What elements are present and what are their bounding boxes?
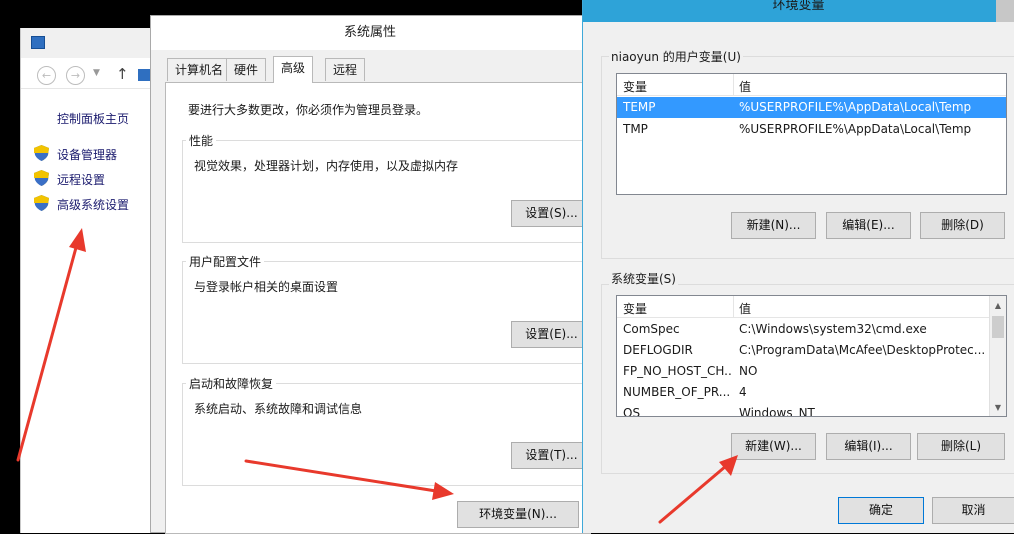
table-row[interactable]: DEFLOGDIR C:\ProgramData\McAfee\DesktopP… — [617, 340, 1006, 361]
forward-arrow-icon[interactable]: → — [66, 66, 85, 85]
tab-hardware[interactable]: 硬件 — [226, 58, 267, 81]
startup-recovery-description: 系统启动、系统故障和调试信息 — [194, 402, 363, 416]
variable-value: C:\ProgramData\McAfee\DesktopProtec... — [739, 343, 986, 357]
uac-shield-icon — [34, 170, 49, 186]
table-row[interactable]: ComSpec C:\Windows\system32\cmd.exe — [617, 319, 1006, 340]
variable-value: C:\Windows\system32\cmd.exe — [739, 322, 927, 336]
user-variables-group-label: niaoyun 的用户变量(U) — [609, 48, 743, 65]
dialog-title: 系统属性 — [151, 16, 589, 50]
system-properties-dialog: 系统属性 计算机名 硬件 高级 远程 要进行大多数更改，你必须作为管理员登录。 … — [150, 15, 592, 534]
table-row[interactable]: TMP %USERPROFILE%\AppData\Local\Temp — [617, 119, 1006, 140]
user-new-button[interactable]: 新建(N)... — [731, 212, 816, 239]
variable-name: DEFLOGDIR — [623, 343, 693, 357]
system-variables-list[interactable]: 变量 值 ComSpec C:\Windows\system32\cmd.exe… — [616, 295, 1007, 417]
tab-computer-name[interactable]: 计算机名 — [167, 58, 232, 81]
list-header: 变量 值 — [617, 296, 1006, 318]
variable-value: %USERPROFILE%\AppData\Local\Temp — [739, 122, 972, 136]
back-arrow-icon[interactable]: ← — [37, 66, 56, 85]
performance-description: 视觉效果，处理器计划，内存使用，以及虚拟内存 — [194, 159, 459, 173]
table-row[interactable]: TEMP %USERPROFILE%\AppData\Local\Temp — [617, 97, 1006, 118]
variable-value: %USERPROFILE%\AppData\Local\Temp — [739, 100, 972, 114]
scroll-down-icon[interactable]: ▼ — [990, 400, 1006, 416]
performance-group — [182, 140, 592, 243]
user-profiles-group-label: 用户配置文件 — [186, 253, 265, 270]
table-row[interactable]: FP_NO_HOST_CH... NO — [617, 361, 1006, 382]
control-panel-home-link[interactable]: 控制面板主页 — [57, 110, 129, 127]
list-header: 变量 值 — [617, 74, 1006, 96]
system-new-button[interactable]: 新建(W)... — [731, 433, 816, 460]
vertical-scrollbar[interactable]: ▲ ▼ — [989, 296, 1006, 416]
system-variables-group-label: 系统变量(S) — [609, 270, 678, 287]
variable-value: 4 — [739, 385, 747, 399]
admin-note: 要进行大多数更改，你必须作为管理员登录。 — [188, 103, 429, 117]
up-arrow-icon[interactable]: ↑ — [116, 65, 129, 83]
control-panel-titlebar — [21, 28, 160, 58]
chevron-down-icon[interactable]: ▼ — [93, 68, 100, 78]
dialog-title: 环境变量 — [583, 0, 1014, 22]
variable-name: FP_NO_HOST_CH... — [623, 364, 731, 378]
variable-name: OS — [623, 406, 641, 417]
device-manager-link[interactable]: 设备管理器 — [57, 146, 117, 163]
performance-settings-button[interactable]: 设置(S)... — [511, 200, 592, 227]
user-profiles-group — [182, 261, 592, 364]
variable-name: NUMBER_OF_PR... — [623, 385, 731, 399]
computer-icon — [31, 36, 45, 49]
user-edit-button[interactable]: 编辑(E)... — [826, 212, 911, 239]
advanced-tab-panel: 要进行大多数更改，你必须作为管理员登录。 性能 视觉效果，处理器计划，内存使用，… — [165, 82, 592, 534]
performance-group-label: 性能 — [186, 132, 217, 149]
column-header-variable[interactable]: 变量 — [623, 78, 647, 95]
system-edit-button[interactable]: 编辑(I)... — [826, 433, 911, 460]
column-header-value[interactable]: 值 — [739, 78, 751, 95]
cancel-button[interactable]: 取消 — [932, 497, 1014, 524]
user-profiles-description: 与登录帐户相关的桌面设置 — [194, 280, 339, 294]
column-header-variable[interactable]: 变量 — [623, 300, 647, 317]
system-delete-button[interactable]: 删除(L) — [917, 433, 1005, 460]
variable-value: Windows_NT — [739, 406, 815, 417]
variable-name: TMP — [623, 122, 648, 136]
scrollbar-thumb[interactable] — [992, 316, 1004, 338]
uac-shield-icon — [34, 195, 49, 211]
environment-variables-dialog: 环境变量 niaoyun 的用户变量(U) 变量 值 TEMP %USERPRO… — [582, 0, 1014, 533]
table-row[interactable]: OS Windows_NT — [617, 403, 1006, 417]
remote-settings-link[interactable]: 远程设置 — [57, 171, 105, 188]
startup-recovery-group-label: 启动和故障恢复 — [186, 375, 277, 392]
user-variables-list[interactable]: 变量 值 TEMP %USERPROFILE%\AppData\Local\Te… — [616, 73, 1007, 195]
close-icon[interactable] — [996, 0, 1014, 22]
control-panel-window: ← → ▼ ↑ 控制面板主页 设备管理器 远程设置 高级系统设置 — [20, 28, 160, 533]
tab-advanced[interactable]: 高级 — [273, 56, 314, 83]
address-computer-icon — [138, 69, 150, 81]
column-header-value[interactable]: 值 — [739, 300, 751, 317]
scroll-up-icon[interactable]: ▲ — [990, 298, 1006, 314]
user-profiles-settings-button[interactable]: 设置(E)... — [511, 321, 592, 348]
navigation-bar: ← → ▼ ↑ — [21, 61, 160, 89]
variable-name: ComSpec — [623, 322, 680, 336]
variable-name: TEMP — [623, 100, 656, 114]
uac-shield-icon — [34, 145, 49, 161]
startup-recovery-settings-button[interactable]: 设置(T)... — [511, 442, 592, 469]
environment-variables-button[interactable]: 环境变量(N)... — [457, 501, 579, 528]
variable-value: NO — [739, 364, 758, 378]
advanced-system-settings-link[interactable]: 高级系统设置 — [57, 196, 129, 213]
tab-remote[interactable]: 远程 — [325, 58, 366, 81]
table-row[interactable]: NUMBER_OF_PR... 4 — [617, 382, 1006, 403]
user-delete-button[interactable]: 删除(D) — [920, 212, 1005, 239]
ok-button[interactable]: 确定 — [838, 497, 924, 524]
startup-recovery-group — [182, 383, 592, 486]
